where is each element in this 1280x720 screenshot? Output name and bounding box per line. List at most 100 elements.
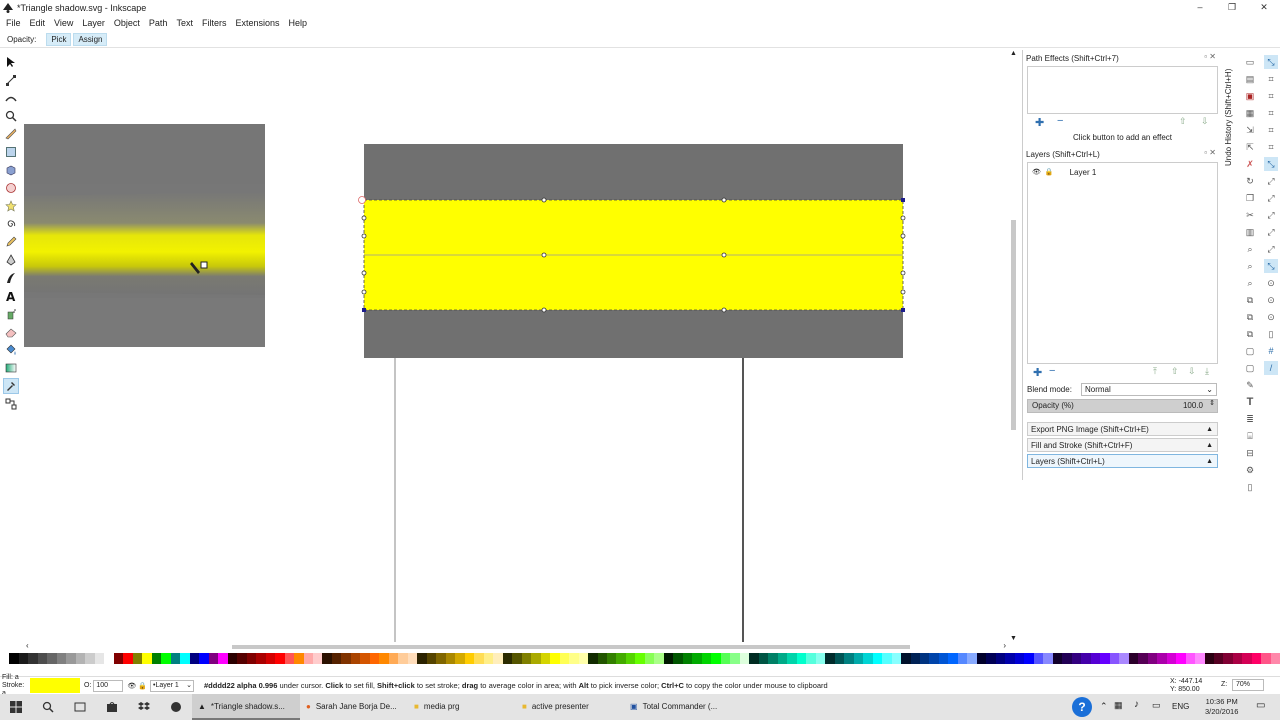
palette-swatch[interactable] <box>1147 653 1158 664</box>
palette-swatch[interactable] <box>312 653 323 664</box>
palette-swatch[interactable] <box>474 653 484 664</box>
dropper-tool-icon[interactable] <box>3 378 19 394</box>
snap-nodes-icon[interactable]: ⤡ <box>1264 157 1278 171</box>
maximize-button[interactable]: ❐ <box>1216 0 1248 15</box>
remove-effect-icon[interactable]: − <box>1057 115 1063 127</box>
opacity-spin[interactable]: 100 <box>93 679 124 692</box>
save-icon[interactable]: ▣ <box>1243 89 1257 103</box>
menu-object[interactable]: Object <box>114 18 140 28</box>
task-media-prg[interactable]: ■ media prg <box>408 694 516 720</box>
snap-text-baseline-icon[interactable]: ⊙ <box>1264 310 1278 324</box>
palette-swatch[interactable] <box>483 653 494 664</box>
palette-swatch[interactable] <box>436 653 446 664</box>
palette-swatch[interactable] <box>578 653 589 664</box>
palette-swatch[interactable] <box>796 653 807 664</box>
action-center-icon[interactable]: ▭ <box>1152 700 1161 711</box>
remove-layer-icon[interactable]: − <box>1049 365 1055 377</box>
redo-icon[interactable]: ↻ <box>1243 174 1257 188</box>
palette-swatch[interactable] <box>1033 653 1044 664</box>
palette-swatch[interactable] <box>730 653 740 664</box>
snap-cusp-icon[interactable]: ⤢ <box>1264 208 1278 222</box>
menu-filters[interactable]: Filters <box>202 18 227 28</box>
palette-swatch[interactable] <box>1062 653 1072 664</box>
palette-swatch[interactable] <box>256 653 266 664</box>
palette-swatch[interactable] <box>948 653 958 664</box>
palette-swatch[interactable] <box>1270 653 1280 664</box>
add-effect-icon[interactable]: ✚ <box>1035 116 1044 129</box>
undo-history-tab[interactable]: Undo History (Shift+Ctrl+H) <box>1224 56 1236 166</box>
palette-swatch[interactable] <box>180 653 190 664</box>
palette-swatch[interactable] <box>787 653 797 664</box>
palette-swatch[interactable] <box>891 653 902 664</box>
rectangle-tool-icon[interactable] <box>3 144 19 160</box>
snap-center-icon[interactable]: ⊙ <box>1264 276 1278 290</box>
canvas[interactable] <box>22 50 1020 642</box>
calligraphy-tool-icon[interactable] <box>3 270 19 286</box>
pen-tool-icon[interactable] <box>3 252 19 268</box>
layers-list[interactable]: 👁 🔒 Layer 1 <box>1027 162 1218 364</box>
palette-swatch[interactable] <box>739 653 750 664</box>
zoom-selection-icon[interactable]: ⌕ <box>1243 242 1257 256</box>
paste-icon[interactable]: ▥ <box>1243 225 1257 239</box>
task-total-commander[interactable]: ▣ Total Commander (... <box>624 694 732 720</box>
snap-paths-icon[interactable]: ⤢ <box>1264 174 1278 188</box>
palette-swatch[interactable] <box>1223 653 1233 664</box>
palette-swatch[interactable] <box>170 653 181 664</box>
palette-swatch[interactable] <box>1157 653 1167 664</box>
connector-tool-icon[interactable] <box>3 396 19 412</box>
palette-swatch[interactable] <box>398 653 408 664</box>
lock-icon[interactable]: 🔒 <box>1045 168 1054 176</box>
blurred-yellow-band[interactable] <box>24 192 265 295</box>
cut-icon[interactable]: ✂ <box>1243 208 1257 222</box>
palette-swatch[interactable] <box>18 653 29 664</box>
palette-swatch[interactable] <box>588 653 598 664</box>
palette-swatch[interactable] <box>720 653 731 664</box>
add-layer-icon[interactable]: ✚ <box>1033 366 1042 379</box>
palette-swatch[interactable] <box>1251 653 1262 664</box>
task-active-presenter[interactable]: ■ active presenter <box>516 694 624 720</box>
palette-swatch[interactable] <box>303 653 313 664</box>
palette-swatch[interactable] <box>701 653 712 664</box>
palette-swatch[interactable] <box>531 653 541 664</box>
layer-lock-icon[interactable]: 🔒 <box>138 682 147 690</box>
palette-swatch[interactable] <box>360 653 370 664</box>
palette-swatch[interactable] <box>37 653 48 664</box>
palette-swatch[interactable] <box>85 653 95 664</box>
menu-edit[interactable]: Edit <box>30 18 46 28</box>
palette-swatch[interactable] <box>919 653 930 664</box>
layer-row[interactable]: 👁 🔒 Layer 1 <box>1028 165 1217 179</box>
menu-file[interactable]: File <box>6 18 21 28</box>
ungroup-icon[interactable]: ▢ <box>1243 361 1257 375</box>
palette-swatch[interactable] <box>844 653 854 664</box>
palette-swatch[interactable] <box>294 653 304 664</box>
chevron-up-icon[interactable]: ⌃ <box>1100 701 1108 712</box>
palette-swatch[interactable] <box>350 653 361 664</box>
palette-swatch[interactable] <box>417 653 427 664</box>
palette-swatch[interactable] <box>976 653 987 664</box>
palette-swatch[interactable] <box>540 653 551 664</box>
zoom-field[interactable]: 70% <box>1232 679 1264 691</box>
eye-icon[interactable]: 👁 <box>1032 168 1041 176</box>
palette-swatch[interactable] <box>113 653 124 664</box>
palette-swatch[interactable] <box>673 653 683 664</box>
text-tool-icon[interactable]: A <box>3 288 19 304</box>
palette-swatch[interactable] <box>758 653 769 664</box>
palette-swatch[interactable] <box>66 653 76 664</box>
palette-swatch[interactable] <box>569 653 579 664</box>
layer-up-icon[interactable]: ⇧ <box>1171 366 1179 377</box>
palette-swatch[interactable] <box>1195 653 1205 664</box>
color-palette[interactable] <box>0 653 1280 664</box>
new-document-icon[interactable]: ▭ <box>1243 55 1257 69</box>
palette-swatch[interactable] <box>521 653 532 664</box>
palette-swatch[interactable] <box>151 653 162 664</box>
palette-swatch[interactable] <box>1005 653 1015 664</box>
palette-swatch[interactable] <box>227 653 238 664</box>
spin-icon[interactable]: ⇕ <box>1209 399 1215 407</box>
palette-swatch[interactable] <box>369 653 380 664</box>
palette-swatch[interactable] <box>1014 653 1025 664</box>
fill-stroke-panel[interactable]: Fill and Stroke (Shift+Ctrl+F) ▲ <box>1027 438 1218 452</box>
snap-guide-icon[interactable]: / <box>1264 361 1278 375</box>
palette-swatch[interactable] <box>132 653 143 664</box>
layer-top-icon[interactable]: ⤒ <box>1153 366 1157 377</box>
palette-swatch[interactable] <box>1109 653 1120 664</box>
